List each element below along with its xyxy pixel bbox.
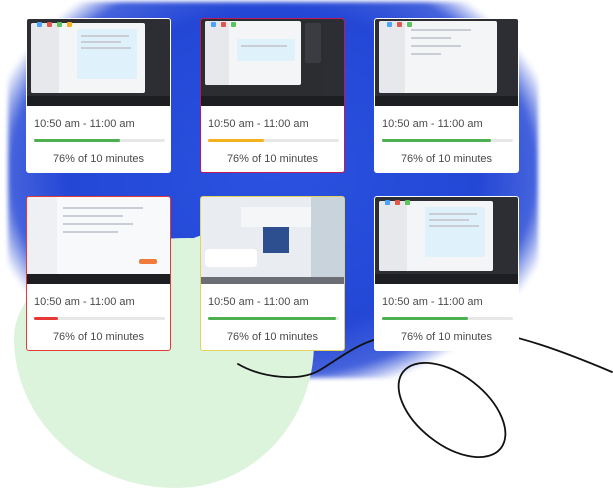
screenshot-card[interactable]: 10:50 am - 11:00 am 76% of 10 minutes (374, 196, 519, 351)
progress-bar (208, 317, 339, 320)
progress-bar (382, 317, 513, 320)
progress-fill (34, 139, 121, 142)
time-range: 10:50 am - 11:00 am (34, 296, 135, 308)
progress-text: 76% of 10 minutes (52, 331, 145, 343)
progress-text: 76% of 10 minutes (400, 153, 493, 165)
screenshot-thumbnail[interactable] (201, 197, 344, 284)
progress-fill (208, 317, 337, 320)
time-range: 10:50 am - 11:00 am (208, 296, 309, 308)
screenshot-card[interactable]: 10:50 am - 11:00 am 76% of 10 minutes (26, 18, 171, 173)
progress-text: 76% of 10 minutes (226, 331, 319, 343)
screenshot-card[interactable]: 10:50 am - 11:00 am 76% of 10 minutes (26, 196, 171, 351)
screenshot-card[interactable]: 10:50 am - 11:00 am 76% of 10 minutes (200, 196, 345, 351)
progress-text: 76% of 10 minutes (52, 153, 145, 165)
time-range: 10:50 am - 11:00 am (34, 118, 135, 130)
screenshot-thumbnail[interactable] (27, 19, 170, 106)
progress-bar (208, 139, 339, 142)
time-range: 10:50 am - 11:00 am (208, 118, 309, 130)
progress-fill (382, 317, 469, 320)
screenshot-thumbnail[interactable] (375, 19, 518, 106)
screenshot-card[interactable]: 10:50 am - 11:00 am 76% of 10 minutes (374, 18, 519, 173)
screenshot-thumbnail[interactable] (27, 197, 170, 284)
progress-fill (208, 139, 265, 142)
screenshot-thumbnail[interactable] (201, 19, 344, 106)
progress-fill (34, 317, 58, 320)
progress-bar (34, 317, 165, 320)
progress-bar (382, 139, 513, 142)
time-range: 10:50 am - 11:00 am (382, 118, 483, 130)
screenshot-thumbnail[interactable] (375, 197, 518, 284)
progress-text: 76% of 10 minutes (400, 331, 493, 343)
progress-fill (382, 139, 491, 142)
progress-bar (34, 139, 165, 142)
progress-text: 76% of 10 minutes (226, 153, 319, 165)
screenshot-card[interactable]: 10:50 am - 11:00 am 76% of 10 minutes (200, 18, 345, 173)
time-range: 10:50 am - 11:00 am (382, 296, 483, 308)
